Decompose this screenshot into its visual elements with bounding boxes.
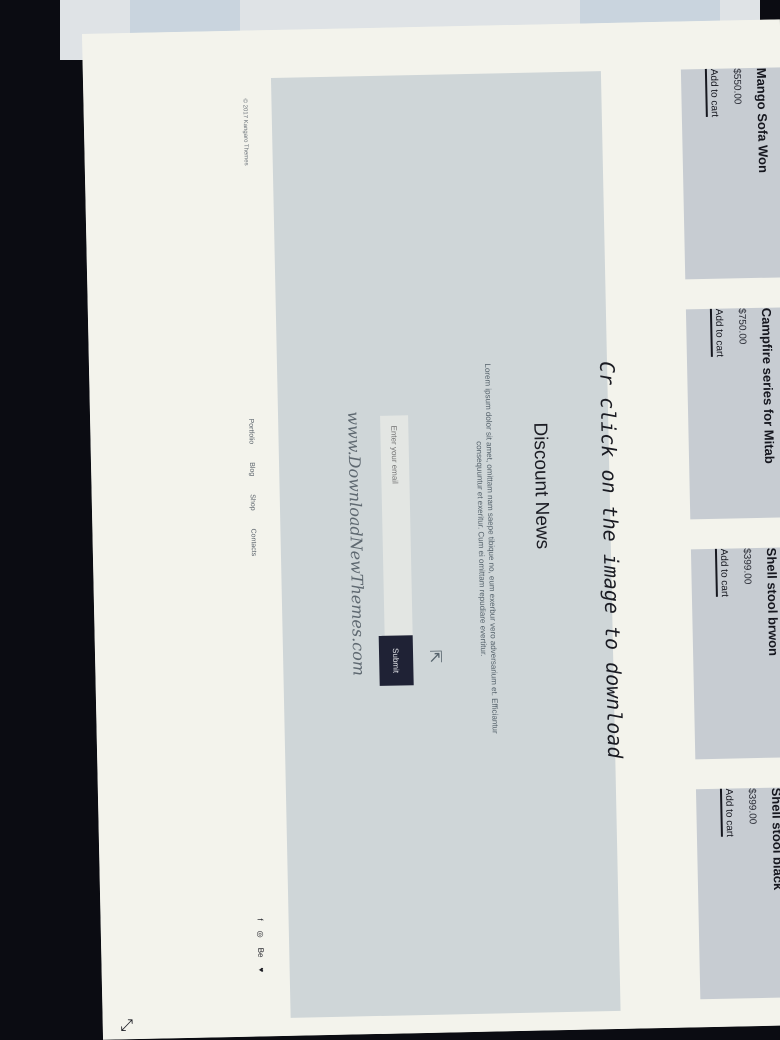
footer-nav: Portfolio Blog Shop Contacts — [247, 418, 257, 556]
facebook-icon[interactable]: f — [256, 918, 265, 920]
instagram-icon[interactable]: ◎ — [256, 931, 265, 938]
mouse-cursor-icon: ⇱ — [425, 649, 444, 664]
footer: © 2017 Kangaro Themes Portfolio Blog Sho… — [201, 78, 281, 1019]
copyright-text: © 2017 Kangaro Themes — [241, 98, 249, 166]
newsletter-text: Lorem ipsum dolor sit amet, omittam nam … — [474, 363, 500, 734]
heart-icon[interactable]: ♥ — [257, 967, 266, 972]
footer-link-portfolio[interactable]: Portfolio — [247, 418, 255, 444]
product-card: Mango Sofa Won $550.00 Add to cart — [704, 68, 774, 289]
email-input[interactable] — [380, 415, 413, 636]
product-card: Shell stool brwon $399.00 Add to cart — [714, 548, 780, 769]
product-price: $399.00 — [745, 788, 758, 825]
product-name[interactable]: Shell stool brwon — [764, 548, 780, 768]
add-to-cart-link[interactable]: Add to cart — [704, 68, 720, 118]
product-name[interactable]: Shell stool black — [769, 787, 780, 1007]
add-to-cart-link[interactable]: Add to cart — [714, 548, 730, 598]
product-price: $750.00 — [735, 308, 748, 345]
footer-link-contacts[interactable]: Contacts — [249, 529, 257, 557]
submit-button[interactable]: Submit — [378, 635, 414, 686]
newsletter-section: Cr click on the image to download Discou… — [270, 71, 627, 1018]
photographed-screen: Mango Sofa Won $550.00 Add to cart Campf… — [82, 19, 780, 1040]
product-card: Shell stool black $399.00 Add to cart — [719, 787, 780, 1008]
add-to-cart-link[interactable]: Add to cart — [719, 788, 735, 838]
social-links: f ◎ Be ♥ — [256, 918, 266, 972]
behance-icon[interactable]: Be — [256, 948, 265, 958]
product-price: $550.00 — [730, 68, 743, 105]
add-to-cart-link[interactable]: Add to cart — [709, 308, 725, 358]
download-watermark: Cr click on the image to download — [594, 360, 628, 759]
product-price: $399.00 — [740, 548, 753, 585]
resize-handle-icon[interactable]: ⤡ — [117, 1018, 135, 1031]
footer-link-shop[interactable]: Shop — [249, 494, 256, 511]
web-page: Mango Sofa Won $550.00 Add to cart Campf… — [82, 19, 780, 1040]
product-card: Campfire series for Mitab $750.00 Add to… — [709, 308, 779, 529]
site-watermark: www.DownloadNewThemes.com — [343, 411, 369, 677]
newsletter-title: Discount News — [529, 422, 553, 550]
footer-link-blog[interactable]: Blog — [248, 462, 255, 476]
